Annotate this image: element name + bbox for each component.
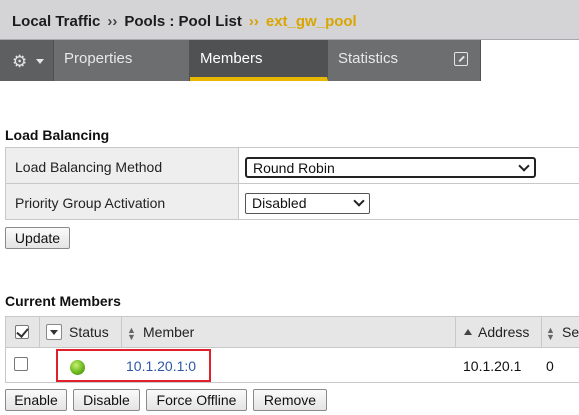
sort-ascending-icon xyxy=(464,329,472,335)
column-service-port[interactable]: ▲ ▼ Se xyxy=(542,317,579,347)
tab-settings-menu[interactable]: ⚙ xyxy=(0,40,54,81)
chevron-down-icon xyxy=(36,59,44,64)
column-member[interactable]: ▲ ▼ Member xyxy=(122,317,456,347)
priority-group-select[interactable]: Disabled xyxy=(245,193,370,214)
priority-group-value: Disabled xyxy=(252,195,307,211)
select-all-cell xyxy=(6,317,40,347)
force-offline-button[interactable]: Force Offline xyxy=(146,389,247,411)
members-table-header: Status ▲ ▼ Member Address ▲ ▼ Se xyxy=(5,316,579,348)
member-address: 10.1.20.1 xyxy=(463,358,522,374)
popout-icon[interactable] xyxy=(454,52,468,66)
remove-button[interactable]: Remove xyxy=(253,389,327,411)
chevron-down-icon xyxy=(353,195,365,207)
breadcrumb-separator: ›› xyxy=(107,13,118,30)
chevron-down-icon xyxy=(518,160,530,172)
column-status-label: Status xyxy=(69,324,109,340)
tab-statistics[interactable]: Statistics xyxy=(328,40,481,81)
lb-method-row: Load Balancing Method Round Robin xyxy=(5,148,579,184)
column-member-label: Member xyxy=(143,324,195,340)
current-members-title: Current Members xyxy=(5,293,121,309)
column-options-dropdown[interactable] xyxy=(46,324,62,340)
sort-icon: ▲ ▼ xyxy=(546,325,555,342)
update-button[interactable]: Update xyxy=(5,227,70,249)
sort-icon: ▲ ▼ xyxy=(127,325,136,342)
select-all-checkbox[interactable] xyxy=(15,325,29,339)
tab-members[interactable]: Members xyxy=(190,40,328,81)
load-balancing-title: Load Balancing xyxy=(5,127,110,143)
disable-button[interactable]: Disable xyxy=(73,389,140,411)
gear-icon: ⚙ xyxy=(12,52,28,71)
lb-method-label: Load Balancing Method xyxy=(5,148,239,183)
load-balancing-table: Load Balancing Method Round Robin Priori… xyxy=(5,147,579,220)
tab-statistics-label: Statistics xyxy=(338,50,399,67)
tab-properties[interactable]: Properties xyxy=(54,40,190,81)
column-address-label: Address xyxy=(478,324,530,340)
breadcrumb-separator: ›› xyxy=(248,13,259,30)
column-address[interactable]: Address xyxy=(456,317,542,347)
column-status[interactable]: Status xyxy=(40,317,122,347)
breadcrumb: Local Traffic ›› Pools : Pool List ›› ext_gw… xyxy=(0,0,579,40)
lb-method-select[interactable]: Round Robin xyxy=(245,157,536,178)
row-select-checkbox[interactable] xyxy=(14,357,28,371)
priority-group-label: Priority Group Activation xyxy=(5,184,239,219)
breadcrumb-current: ext_gw_pool xyxy=(265,13,357,30)
priority-group-row: Priority Group Activation Disabled xyxy=(5,184,579,220)
breadcrumb-page[interactable]: Pools : Pool List xyxy=(124,13,242,30)
breadcrumb-section[interactable]: Local Traffic xyxy=(12,13,100,30)
annotation-highlight-box xyxy=(56,349,211,382)
tab-bar: ⚙ Properties Members Statistics xyxy=(0,40,481,81)
lb-method-value: Round Robin xyxy=(253,160,335,176)
enable-button[interactable]: Enable xyxy=(5,389,67,411)
column-service-label: Se xyxy=(562,324,579,340)
member-service-port: 0 xyxy=(546,358,554,374)
